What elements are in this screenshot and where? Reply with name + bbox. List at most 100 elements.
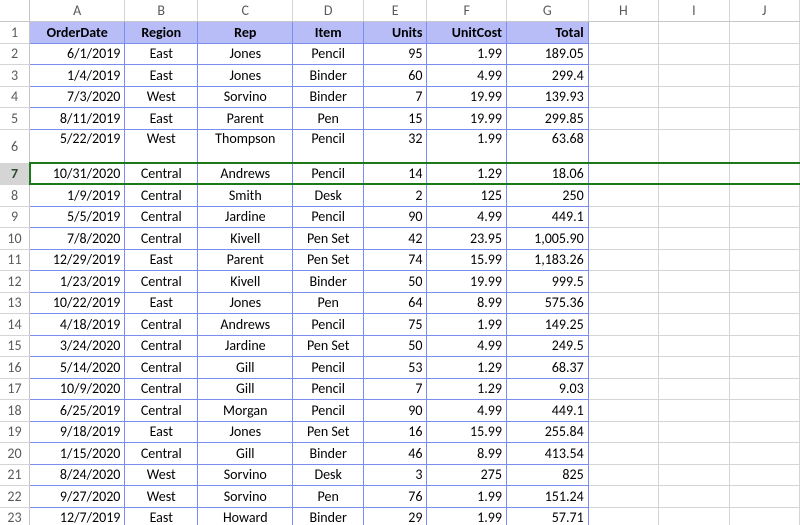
cell-B1[interactable]: Region: [125, 22, 198, 44]
cell-B20[interactable]: Central: [125, 443, 198, 465]
column-header-D[interactable]: D: [293, 0, 363, 22]
cell-F5[interactable]: 19.99: [427, 108, 506, 130]
cell-I5[interactable]: [659, 108, 729, 130]
cell-C5[interactable]: Parent: [198, 108, 293, 130]
cell-H10[interactable]: [588, 228, 658, 250]
column-header-J[interactable]: J: [729, 0, 799, 22]
cell-G21[interactable]: 825: [506, 464, 588, 486]
cell-E5[interactable]: 15: [363, 108, 427, 130]
cell-B12[interactable]: Central: [125, 271, 198, 293]
spreadsheet-grid[interactable]: A B C D E F G H I J 1 OrderDate Region R…: [0, 0, 800, 525]
cell-J21[interactable]: [729, 464, 799, 486]
cell-H19[interactable]: [588, 421, 658, 443]
row-header-6[interactable]: 6: [0, 129, 30, 163]
cell-G16[interactable]: 68.37: [506, 357, 588, 379]
cell-A23[interactable]: 12/7/2019: [30, 507, 125, 525]
cell-G23[interactable]: 57.71: [506, 507, 588, 525]
cell-B9[interactable]: Central: [125, 206, 198, 228]
cell-C6[interactable]: Thompson: [198, 129, 293, 163]
cell-D5[interactable]: Pen: [293, 108, 363, 130]
cell-I21[interactable]: [659, 464, 729, 486]
cell-G20[interactable]: 413.54: [506, 443, 588, 465]
cell-H2[interactable]: [588, 43, 658, 65]
cell-E7[interactable]: 14: [363, 163, 427, 185]
cell-A12[interactable]: 1/23/2019: [30, 271, 125, 293]
cell-D13[interactable]: Pen: [293, 292, 363, 314]
cell-F13[interactable]: 8.99: [427, 292, 506, 314]
row-header-22[interactable]: 22: [0, 486, 30, 508]
cell-J7[interactable]: [729, 163, 799, 185]
cell-G2[interactable]: 189.05: [506, 43, 588, 65]
cell-B3[interactable]: East: [125, 65, 198, 87]
cell-B6[interactable]: West: [125, 129, 198, 163]
cell-H15[interactable]: [588, 335, 658, 357]
cell-B5[interactable]: East: [125, 108, 198, 130]
cell-D20[interactable]: Binder: [293, 443, 363, 465]
cell-G3[interactable]: 299.4: [506, 65, 588, 87]
cell-A11[interactable]: 12/29/2019: [30, 249, 125, 271]
cell-I17[interactable]: [659, 378, 729, 400]
cell-A19[interactable]: 9/18/2019: [30, 421, 125, 443]
cell-D21[interactable]: Desk: [293, 464, 363, 486]
cell-B21[interactable]: West: [125, 464, 198, 486]
cell-D10[interactable]: Pen Set: [293, 228, 363, 250]
cell-J14[interactable]: [729, 314, 799, 336]
cell-A10[interactable]: 7/8/2020: [30, 228, 125, 250]
cell-B17[interactable]: Central: [125, 378, 198, 400]
cell-J1[interactable]: [729, 22, 799, 44]
cell-E14[interactable]: 75: [363, 314, 427, 336]
cell-B22[interactable]: West: [125, 486, 198, 508]
cell-A9[interactable]: 5/5/2019: [30, 206, 125, 228]
cell-B7[interactable]: Central: [125, 163, 198, 185]
cell-G5[interactable]: 299.85: [506, 108, 588, 130]
column-header-I[interactable]: I: [659, 0, 729, 22]
row-header-23[interactable]: 23: [0, 507, 30, 525]
cell-D18[interactable]: Pencil: [293, 400, 363, 422]
cell-D4[interactable]: Binder: [293, 86, 363, 108]
cell-E19[interactable]: 16: [363, 421, 427, 443]
cell-I2[interactable]: [659, 43, 729, 65]
cell-F15[interactable]: 4.99: [427, 335, 506, 357]
cell-C11[interactable]: Parent: [198, 249, 293, 271]
cell-C8[interactable]: Smith: [198, 185, 293, 207]
cell-A13[interactable]: 10/22/2019: [30, 292, 125, 314]
row-header-10[interactable]: 10: [0, 228, 30, 250]
row-header-7[interactable]: 7: [0, 163, 30, 185]
cell-I22[interactable]: [659, 486, 729, 508]
cell-H11[interactable]: [588, 249, 658, 271]
cell-E8[interactable]: 2: [363, 185, 427, 207]
cell-G22[interactable]: 151.24: [506, 486, 588, 508]
cell-D12[interactable]: Binder: [293, 271, 363, 293]
cell-B23[interactable]: East: [125, 507, 198, 525]
cell-G6[interactable]: 63.68: [506, 129, 588, 163]
cell-H13[interactable]: [588, 292, 658, 314]
cell-E9[interactable]: 90: [363, 206, 427, 228]
cell-D22[interactable]: Pen: [293, 486, 363, 508]
cell-J10[interactable]: [729, 228, 799, 250]
cell-I9[interactable]: [659, 206, 729, 228]
cell-B13[interactable]: East: [125, 292, 198, 314]
cell-E4[interactable]: 7: [363, 86, 427, 108]
row-header-9[interactable]: 9: [0, 206, 30, 228]
row-header-12[interactable]: 12: [0, 271, 30, 293]
cell-I13[interactable]: [659, 292, 729, 314]
cell-A1[interactable]: OrderDate: [30, 22, 125, 44]
cell-A21[interactable]: 8/24/2020: [30, 464, 125, 486]
cell-I3[interactable]: [659, 65, 729, 87]
cell-F16[interactable]: 1.29: [427, 357, 506, 379]
cell-E6[interactable]: 32: [363, 129, 427, 163]
cell-J4[interactable]: [729, 86, 799, 108]
cell-A15[interactable]: 3/24/2020: [30, 335, 125, 357]
cell-I1[interactable]: [659, 22, 729, 44]
cell-E21[interactable]: 3: [363, 464, 427, 486]
cell-H9[interactable]: [588, 206, 658, 228]
cell-J12[interactable]: [729, 271, 799, 293]
cell-J15[interactable]: [729, 335, 799, 357]
row-header-2[interactable]: 2: [0, 43, 30, 65]
cell-H7[interactable]: [588, 163, 658, 185]
cell-H5[interactable]: [588, 108, 658, 130]
cell-I8[interactable]: [659, 185, 729, 207]
cell-C10[interactable]: Kivell: [198, 228, 293, 250]
cell-F18[interactable]: 4.99: [427, 400, 506, 422]
cell-E3[interactable]: 60: [363, 65, 427, 87]
